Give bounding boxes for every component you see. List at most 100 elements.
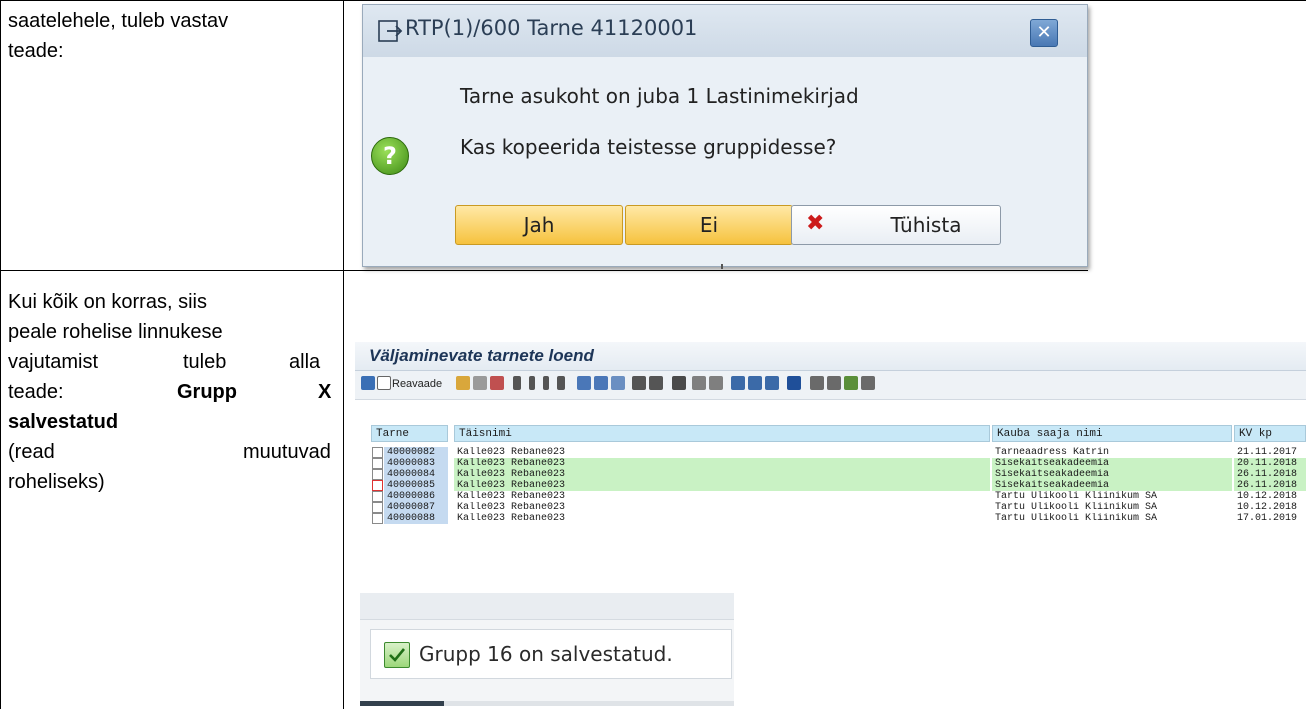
cell-saaja: Tartu Ülikooli Kliinikum SA bbox=[992, 502, 1232, 513]
cell-tarne[interactable]: 40000084 bbox=[384, 469, 448, 480]
cell-nimi: Kalle023 Rebane023 bbox=[454, 513, 990, 524]
row1-text-line1: saatelehele, tuleb vastav bbox=[8, 10, 229, 32]
status-message-box: Grupp 16 on salvestatud. bbox=[370, 629, 732, 679]
refresh-icon[interactable] bbox=[361, 376, 375, 390]
no-button[interactable]: Ei bbox=[625, 205, 793, 245]
cell-tarne[interactable]: 40000086 bbox=[384, 491, 448, 502]
row-select-checkbox[interactable] bbox=[372, 447, 383, 458]
cell-kp: 26.11.2018 bbox=[1234, 469, 1306, 480]
edit-icon[interactable] bbox=[456, 376, 470, 390]
tool-icon[interactable] bbox=[473, 376, 487, 390]
row2-text-line2: peale rohelise linnukese bbox=[8, 321, 223, 343]
column-header-tarne[interactable]: Tarne bbox=[371, 425, 448, 442]
cell-tarne[interactable]: 40000082 bbox=[384, 447, 448, 458]
mail-icon[interactable] bbox=[827, 376, 841, 390]
cell-nimi: Kalle023 Rebane023 bbox=[454, 469, 990, 480]
table-row[interactable]: 40000082 Kalle023 Rebane023 Tarneaadress K… bbox=[355, 447, 1306, 458]
status-message: Grupp 16 on salvestatud. bbox=[419, 642, 673, 666]
cell-nimi: Kalle023 Rebane023 bbox=[454, 480, 990, 491]
status-bar-screenshot: Grupp 16 on salvestatud. bbox=[360, 593, 734, 706]
dialog-titlebar: RTP(1)/600 Tarne 41120001 ✕ bbox=[363, 5, 1087, 57]
yes-button[interactable]: Jah bbox=[455, 205, 623, 245]
row2-text-line4c: X bbox=[318, 381, 332, 403]
row2-text-line3b: tuleb bbox=[183, 351, 227, 373]
close-icon: ✕ bbox=[1036, 22, 1052, 43]
dialog-window-icon bbox=[378, 20, 403, 42]
find-icon[interactable] bbox=[577, 376, 591, 390]
cell-tarne[interactable]: 40000088 bbox=[384, 513, 448, 524]
column-header-tarne-label: Tarne bbox=[376, 428, 410, 440]
table-row[interactable]: 40000088 Kalle023 Rebane023 Tartu Ülikooli… bbox=[355, 513, 1306, 524]
no-button-label: Ei bbox=[699, 213, 719, 237]
print-icon[interactable] bbox=[611, 376, 625, 390]
column-header-kv-kp[interactable]: KV kp bbox=[1234, 425, 1306, 442]
cancel-button-label: Tühista bbox=[890, 213, 962, 237]
subtotal-icon[interactable] bbox=[709, 376, 723, 390]
table-border-top bbox=[0, 0, 1306, 1]
detail-view-label[interactable]: Reavaade bbox=[392, 378, 442, 390]
cell-nimi: Kalle023 Rebane023 bbox=[454, 447, 990, 458]
cell-kp: 26.11.2018 bbox=[1234, 480, 1306, 491]
layout-icon[interactable] bbox=[731, 376, 745, 390]
row2-text-line6b: muutuvad bbox=[243, 441, 331, 463]
cell-tarne[interactable]: 40000083 bbox=[384, 458, 448, 469]
row-select-checkbox[interactable] bbox=[372, 513, 383, 524]
sort-desc-icon[interactable] bbox=[649, 376, 663, 390]
layout-save-icon[interactable] bbox=[765, 376, 779, 390]
export-icon[interactable] bbox=[810, 376, 824, 390]
table-row[interactable]: 40000083 Kalle023 Rebane023 Sisekaitseakad… bbox=[355, 458, 1306, 469]
delivery-list-screenshot: Väljaminevate tarnete loend Reavaade Tar… bbox=[355, 342, 1306, 572]
table-row[interactable]: 40000087 Kalle023 Rebane023 Tartu Ülikooli… bbox=[355, 502, 1306, 513]
cell-saaja: Tartu Ülikooli Kliinikum SA bbox=[992, 513, 1232, 524]
column-header-kauba-saaja-label: Kauba saaja nimi bbox=[997, 428, 1103, 440]
cell-tarne[interactable]: 40000087 bbox=[384, 502, 448, 513]
cell-nimi: Kalle023 Rebane023 bbox=[454, 458, 990, 469]
spreadsheet-icon[interactable] bbox=[844, 376, 858, 390]
table-column-divider bbox=[343, 0, 344, 709]
detail-view-icon[interactable] bbox=[377, 376, 391, 390]
column-header-taisnimi[interactable]: Täisnimi bbox=[454, 425, 990, 442]
table-row[interactable]: 40000085 Kalle023 Rebane023 Sisekaitseakad… bbox=[355, 480, 1306, 491]
layout-select-icon[interactable] bbox=[748, 376, 762, 390]
cell-kp: 10.12.2018 bbox=[1234, 491, 1306, 502]
column-header-kv-kp-label: KV kp bbox=[1239, 428, 1273, 440]
cell-saaja: Tartu Ülikooli Kliinikum SA bbox=[992, 491, 1232, 502]
cell-saaja: Tarneaadress Katrin bbox=[992, 447, 1232, 458]
row2-text-line6a: (read bbox=[8, 441, 55, 463]
table-row[interactable]: 40000084 Kalle023 Rebane023 Sisekaitseakad… bbox=[355, 469, 1306, 480]
delete-icon[interactable] bbox=[490, 376, 504, 390]
list-title: Väljaminevate tarnete loend bbox=[369, 346, 594, 365]
column-header-kauba-saaja[interactable]: Kauba saaja nimi bbox=[992, 425, 1232, 442]
cell-nimi: Kalle023 Rebane023 bbox=[454, 502, 990, 513]
cell-kp: 17.01.2019 bbox=[1234, 513, 1306, 524]
confirmation-dialog: RTP(1)/600 Tarne 41120001 ✕ Tarne asukoh… bbox=[362, 4, 1088, 267]
graphic-icon[interactable] bbox=[861, 376, 875, 390]
filter-icon[interactable] bbox=[672, 376, 686, 390]
prev-page-icon[interactable] bbox=[529, 376, 535, 390]
table-row[interactable]: 40000086 Kalle023 Rebane023 Tartu Ülikooli… bbox=[355, 491, 1306, 502]
first-page-icon[interactable] bbox=[513, 376, 521, 390]
row-select-checkbox[interactable] bbox=[372, 469, 383, 480]
dialog-title: RTP(1)/600 Tarne 41120001 bbox=[405, 16, 698, 40]
sort-asc-icon[interactable] bbox=[632, 376, 646, 390]
row-select-checkbox[interactable] bbox=[372, 491, 383, 502]
success-check-icon bbox=[384, 642, 410, 668]
list-toolbar: Reavaade bbox=[355, 371, 1306, 400]
dialog-close-button[interactable]: ✕ bbox=[1030, 19, 1058, 47]
table-border-left bbox=[0, 0, 1, 709]
question-glyph: ? bbox=[383, 142, 397, 170]
list-icon[interactable] bbox=[594, 376, 608, 390]
dialog-cursor-mark bbox=[721, 264, 723, 269]
row-select-checkbox[interactable] bbox=[372, 458, 383, 469]
row-select-checkbox[interactable] bbox=[372, 502, 383, 513]
cell-saaja: Sisekaitseakadeemia bbox=[992, 469, 1232, 480]
row2-text-line3a: vajutamist bbox=[8, 351, 99, 373]
cell-tarne[interactable]: 40000085 bbox=[384, 480, 448, 491]
last-page-icon[interactable] bbox=[557, 376, 565, 390]
row-select-checkbox[interactable] bbox=[372, 480, 383, 491]
next-page-icon[interactable] bbox=[543, 376, 549, 390]
sum-icon[interactable] bbox=[692, 376, 706, 390]
info-icon[interactable] bbox=[787, 376, 801, 390]
cell-kp: 21.11.2017 bbox=[1234, 447, 1306, 458]
cancel-button[interactable]: ✖ Tühista bbox=[791, 205, 1001, 245]
